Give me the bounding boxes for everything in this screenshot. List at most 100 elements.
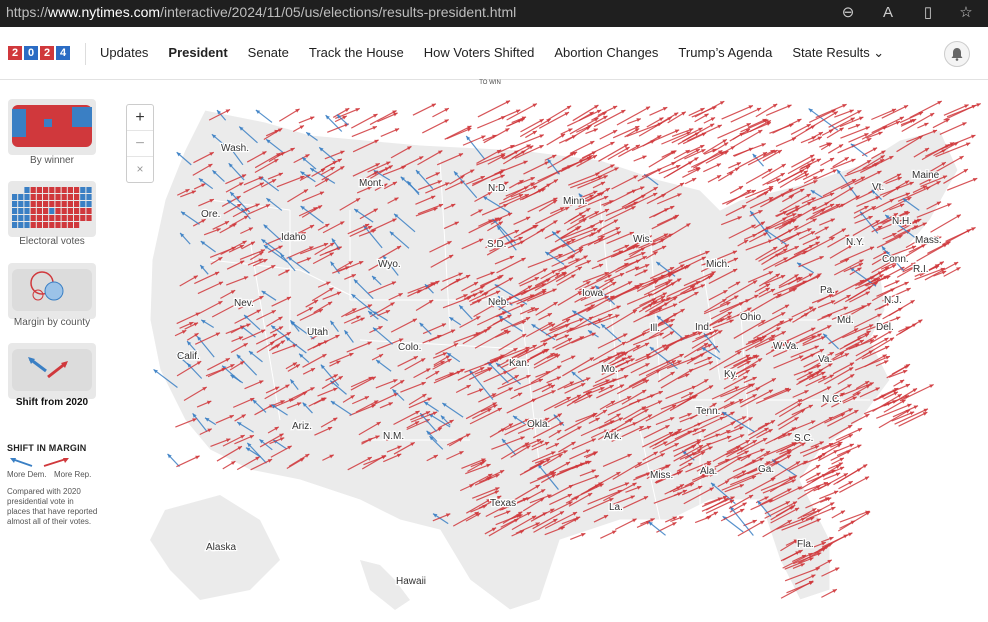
- rep-shift-arrow: [369, 110, 397, 126]
- state-label: Tenn.: [696, 406, 720, 417]
- rep-shift-arrow: [477, 100, 511, 118]
- state-label: La.: [609, 502, 623, 513]
- rep-shift-arrow: [694, 100, 725, 118]
- rep-shift-arrow: [833, 467, 862, 486]
- site-nav: 2024 Updates President Senate Track the Hou…: [0, 27, 988, 80]
- state-label: Conn.: [882, 254, 909, 265]
- state-label: Idaho: [281, 232, 306, 243]
- state-label: Ill.: [650, 323, 660, 334]
- rep-shift-arrow: [730, 107, 762, 123]
- state-label: Ark.: [604, 431, 622, 442]
- rep-shift-arrow: [519, 118, 552, 138]
- rep-shift-arrow: [422, 119, 449, 134]
- rep-shift-arrow: [881, 104, 909, 119]
- rep-shift-arrow: [351, 125, 378, 138]
- state-label: Colo.: [398, 342, 421, 353]
- rep-shift-arrow: [506, 103, 538, 121]
- map-zoom-controls: + − ×: [126, 104, 154, 183]
- rep-shift-arrow: [871, 116, 905, 134]
- state-label: Minn.: [563, 196, 587, 207]
- nav-item[interactable]: Abortion Changes: [554, 45, 658, 61]
- rep-shift-arrow: [745, 168, 773, 184]
- state-label: Ga.: [758, 464, 774, 475]
- rep-shift-arrow: [840, 126, 870, 139]
- rep-shift-arrow: [946, 103, 981, 118]
- nav-divider: [85, 43, 86, 65]
- rep-shift-arrow: [569, 140, 595, 155]
- state-label: Utah: [307, 327, 328, 338]
- state-label: N.D.: [488, 183, 508, 194]
- reader-view-icon[interactable]: ▯: [918, 3, 938, 23]
- state-label: Mich.: [706, 259, 730, 270]
- zoom-icon[interactable]: ⊖: [838, 3, 858, 23]
- state-label: N.H.: [892, 216, 912, 227]
- state-label: Ky.: [724, 369, 738, 380]
- reset-map-button[interactable]: ×: [127, 157, 153, 182]
- state-label: Neb.: [488, 297, 509, 308]
- state-label: Pa.: [820, 285, 835, 296]
- state-label: Ala.: [700, 466, 717, 477]
- state-label: Vt.: [872, 182, 884, 193]
- state-label: Ore.: [201, 209, 220, 220]
- zoom-in-button[interactable]: +: [127, 105, 153, 131]
- state-label: N.C.: [822, 394, 842, 405]
- rep-shift-arrow: [899, 319, 923, 335]
- rep-shift-arrow: [765, 104, 792, 117]
- nav-item[interactable]: Trump’s Agenda: [678, 45, 772, 61]
- notification-bell-icon[interactable]: [944, 41, 970, 67]
- state-label: Mont.: [359, 178, 384, 189]
- state-label: Del.: [876, 322, 894, 333]
- rep-shift-arrow: [941, 134, 976, 150]
- state-label: R.I.: [913, 264, 929, 275]
- state-label: Maine: [912, 170, 940, 181]
- state-label: Wyo.: [378, 259, 401, 270]
- state-label: Miss.: [650, 470, 673, 481]
- state-label: Wash.: [221, 143, 249, 154]
- rep-shift-arrow: [939, 122, 967, 135]
- browser-address-bar: https://www.nytimes.com/interactive/2024…: [0, 0, 988, 27]
- state-label: Mo.: [601, 364, 618, 375]
- rep-shift-arrow: [717, 122, 752, 139]
- election-2024-logo[interactable]: 2024: [8, 46, 70, 60]
- nav-item[interactable]: Updates: [100, 45, 148, 61]
- state-label: Wis.: [633, 234, 652, 245]
- rep-shift-arrow: [350, 113, 378, 129]
- state-label: Fla.: [797, 539, 814, 550]
- state-label: Nev.: [234, 298, 254, 309]
- nav-item[interactable]: Senate: [248, 45, 289, 61]
- rep-shift-arrow: [871, 108, 897, 121]
- state-label: Texas: [490, 498, 516, 509]
- rep-shift-arrow: [648, 150, 677, 168]
- url-field[interactable]: https://www.nytimes.com/interactive/2024…: [6, 4, 516, 20]
- zoom-out-button[interactable]: −: [127, 131, 153, 157]
- state-label: N.J.: [884, 295, 902, 306]
- nav-item[interactable]: How Voters Shifted: [424, 45, 535, 61]
- rep-shift-arrow: [721, 104, 754, 120]
- state-label: Mass.: [915, 235, 942, 246]
- state-label: Va.: [818, 354, 832, 365]
- rep-shift-arrow: [945, 226, 976, 243]
- state-label: S.D.: [487, 239, 506, 250]
- rep-shift-arrow: [477, 115, 506, 129]
- read-aloud-icon[interactable]: A: [878, 3, 898, 23]
- rep-shift-arrow: [616, 106, 651, 126]
- rep-shift-arrow: [909, 100, 942, 119]
- nav-item[interactable]: Track the House: [309, 45, 404, 61]
- state-label: Ariz.: [292, 421, 312, 432]
- rep-shift-arrow: [930, 214, 962, 233]
- rep-shift-arrow: [538, 111, 570, 129]
- nav-item[interactable]: State Results ⌄: [792, 45, 884, 61]
- state-label: S.C.: [794, 433, 813, 444]
- state-label: W.Va.: [773, 341, 799, 352]
- rep-shift-arrow: [894, 408, 929, 425]
- rep-shift-arrow: [483, 127, 510, 144]
- state-label: Md.: [837, 315, 854, 326]
- state-label: Iowa: [582, 288, 604, 299]
- rep-shift-arrow: [654, 112, 679, 127]
- state-label: Kan.: [509, 358, 530, 369]
- nav-item[interactable]: President: [168, 45, 227, 61]
- state-label: N.M.: [383, 431, 404, 442]
- state-label: Okla.: [527, 419, 550, 430]
- rep-shift-arrow: [837, 137, 872, 154]
- favorite-icon[interactable]: ☆: [956, 3, 976, 23]
